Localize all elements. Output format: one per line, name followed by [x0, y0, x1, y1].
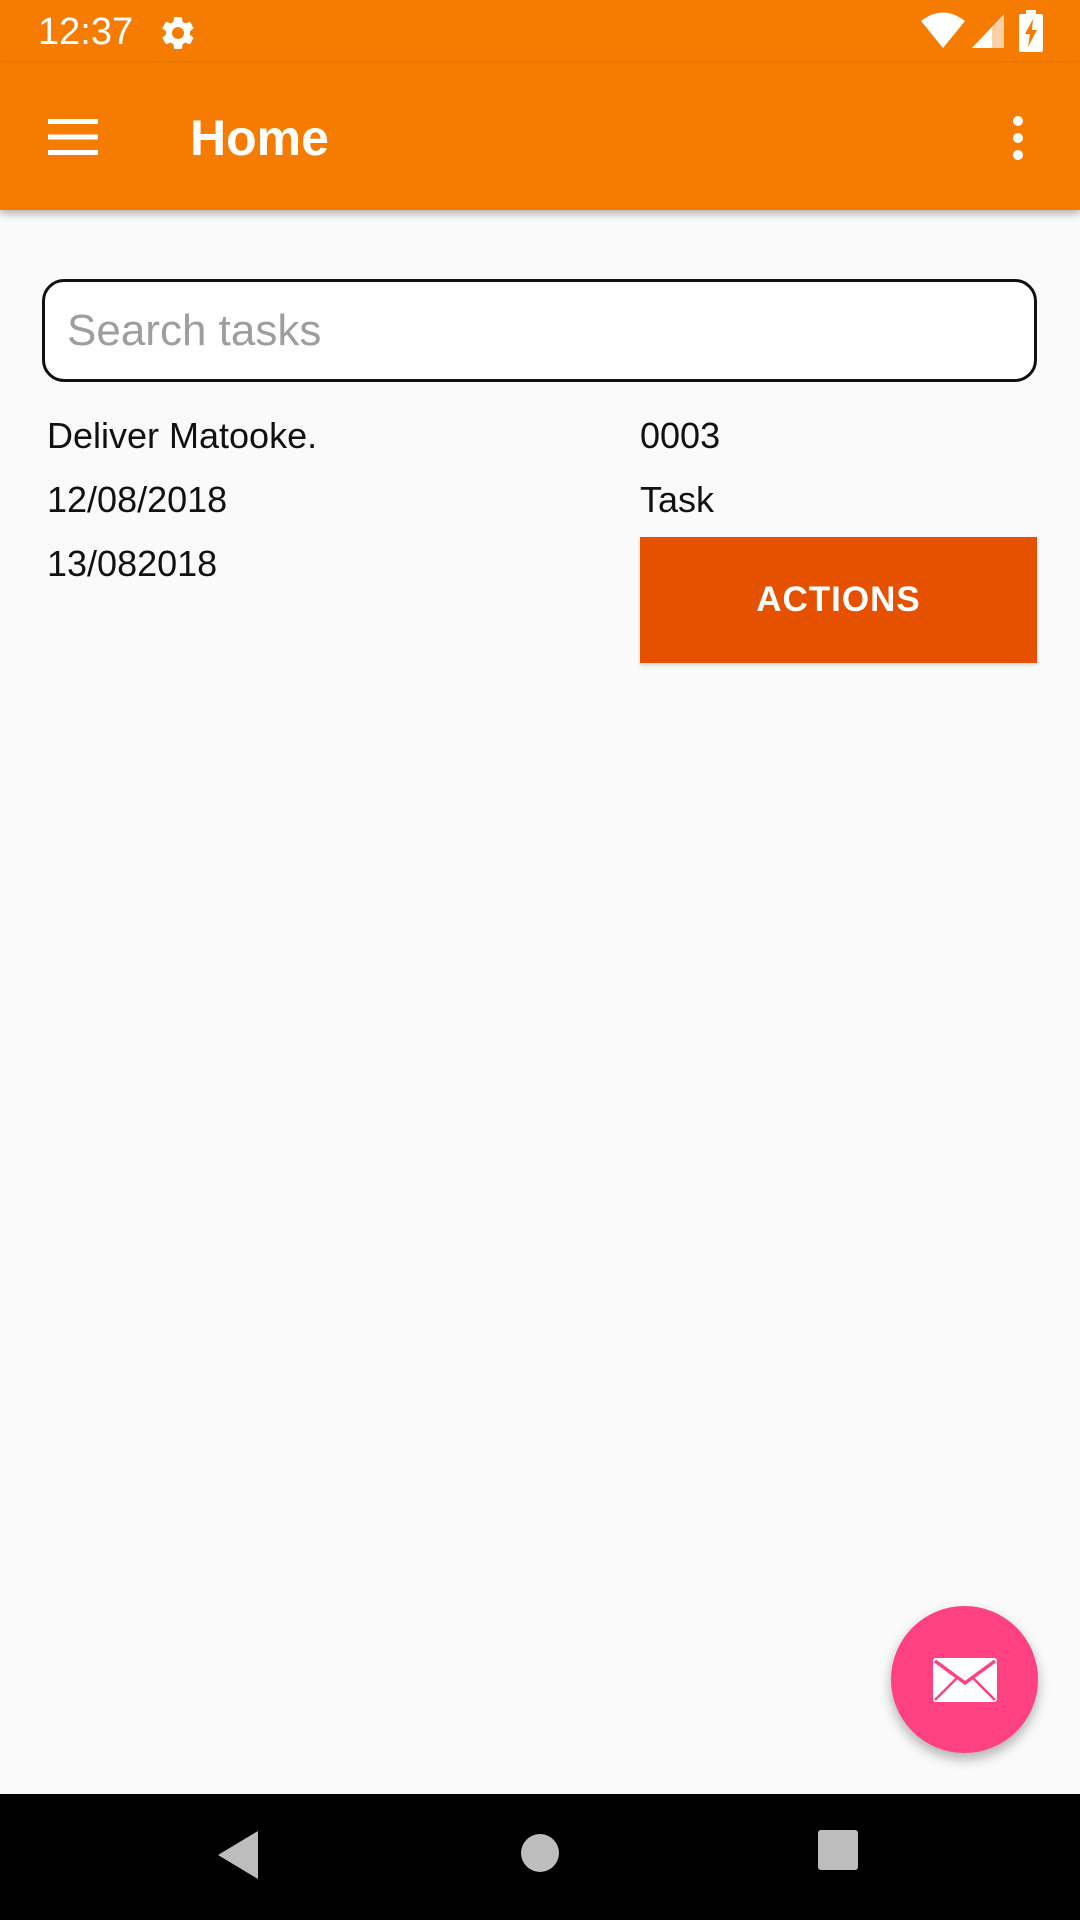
status-bar: 12:37 [0, 0, 1080, 63]
app-bar: Home [0, 63, 1080, 210]
overflow-menu-button[interactable] [1000, 101, 1046, 175]
system-navigation-bar [0, 1794, 1080, 1920]
battery-charging-icon [1018, 10, 1044, 52]
wifi-icon [920, 12, 966, 50]
more-vert-icon [1013, 116, 1023, 160]
task-end-date: 13/082018 [47, 543, 218, 584]
search-input[interactable] [42, 279, 1037, 382]
compose-mail-fab[interactable] [891, 1606, 1038, 1753]
mail-icon [932, 1657, 997, 1702]
screen: 12:37 Home Search tasks Deliver Matooke.… [0, 0, 1080, 1920]
hamburger-menu-icon [48, 119, 98, 155]
task-start-date: 12/08/2018 [47, 479, 228, 520]
signal-icon [970, 12, 1006, 50]
task-name: Deliver Matooke. [47, 415, 318, 456]
recents-icon[interactable] [817, 1829, 859, 1871]
status-time: 12:37 [38, 11, 134, 53]
actions-button[interactable]: ACTIONS [640, 537, 1037, 663]
page-title: Home [190, 110, 329, 166]
home-icon[interactable] [517, 1830, 563, 1876]
task-number: 0003 [640, 415, 721, 456]
back-icon[interactable] [214, 1829, 262, 1881]
gear-icon [158, 13, 198, 53]
task-type: Task [640, 479, 715, 520]
menu-button[interactable] [28, 101, 118, 175]
